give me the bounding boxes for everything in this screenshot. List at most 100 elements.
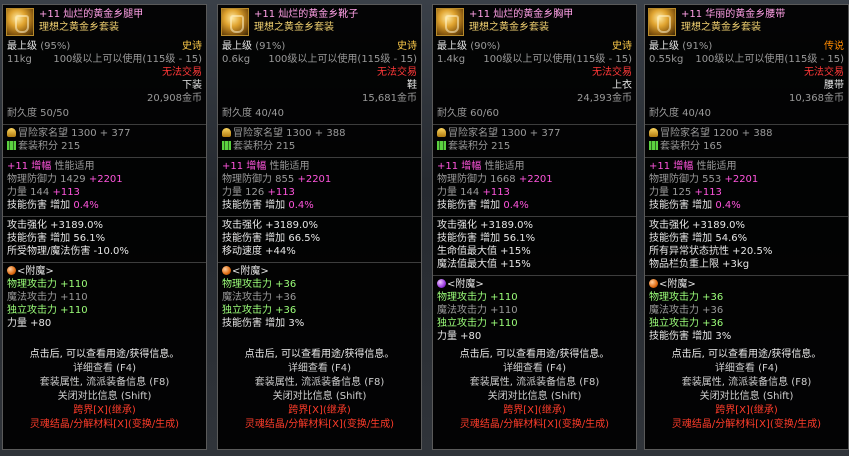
tooltip-header: +11 灿烂的黄金乡胸甲 理想之黄金乡套装 — [433, 5, 636, 41]
detail-view: 详细查看 (F4) — [72, 363, 137, 374]
item-tooltip-boots: +11 灿烂的黄金乡靴子 理想之黄金乡套装 最上级 (91%) 史诗 0.6kg… — [217, 4, 422, 450]
price-row: 15,681金币 — [218, 93, 421, 106]
stat2-bonus: +113 — [694, 187, 722, 198]
set-points-row: 套装积分 215 — [3, 141, 206, 154]
tooltip-footer: 点击后, 可以查看用途/获得信息。 详细查看 (F4) 套装属性, 流派装备信息… — [3, 349, 206, 449]
set-points: 套装积分 215 — [448, 141, 511, 152]
divider — [645, 157, 848, 158]
enhance-suffix: 性能适用 — [269, 161, 310, 172]
crossworld: 跨界[X](继承) — [288, 405, 351, 416]
tooltip-footer: 点击后, 可以查看用途/获得信息。 详细查看 (F4) 套装属性, 流派装备信息… — [433, 349, 636, 449]
fame: 冒险家名望 1200 + 388 — [660, 128, 773, 139]
stat2-bonus: +113 — [267, 187, 295, 198]
divider — [433, 157, 636, 158]
soul-crystal: 灵魂结晶/分解材料[X](变换/生成) — [244, 419, 395, 430]
use-level: 100级以上可以使用(115级 - 15) — [53, 54, 202, 65]
price: 15,681金币 — [362, 93, 417, 104]
stat2-label: 力量 144 — [7, 187, 50, 198]
price-row: 20,908金币 — [3, 93, 206, 106]
trade-row: 无法交易 — [3, 67, 206, 80]
enchant-line: 物理攻击力 +110 — [7, 279, 88, 290]
slot: 鞋 — [407, 80, 417, 91]
enchant-line: 技能伤害 增加 3% — [649, 331, 732, 342]
rarity: 史诗 — [612, 41, 632, 52]
stat2-bonus: +113 — [52, 187, 80, 198]
stat1-label: 物理防御力 855 — [222, 174, 295, 185]
use-level: 100级以上可以使用(115级 - 15) — [483, 54, 632, 65]
click-hint: 点击后, 可以查看用途/获得信息。 — [244, 349, 395, 360]
divider — [3, 124, 206, 125]
fame-row: 冒险家名望 1200 + 388 — [645, 128, 848, 141]
item-name: +11 灿烂的黄金乡胸甲 — [469, 9, 574, 20]
fame-row: 冒险家名望 1300 + 377 — [433, 128, 636, 141]
set-points-row: 套装积分 215 — [433, 141, 636, 154]
set-info: 套装属性, 流派装备信息 (F8) — [681, 377, 812, 388]
stat2-row: 力量 144 +113 — [3, 187, 206, 200]
level-label: 最上级 — [649, 41, 679, 52]
enchant-title-row: <附魔> — [433, 279, 636, 292]
use-row: 0.55kg 100级以上可以使用(115级 - 15) — [645, 54, 848, 67]
trade-status: 无法交易 — [162, 67, 202, 78]
click-hint: 点击后, 可以查看用途/获得信息。 — [29, 349, 180, 360]
price: 24,393金币 — [577, 93, 632, 104]
price-row: 10,368金币 — [645, 93, 848, 106]
use-row: 1.4kg 100级以上可以使用(115级 - 15) — [433, 54, 636, 67]
enhance-tag: 增幅 — [461, 161, 482, 172]
divider — [218, 124, 421, 125]
fame-row: 冒险家名望 1300 + 388 — [218, 128, 421, 141]
divider — [645, 124, 848, 125]
skill-row: 技能伤害 增加 0.4% — [645, 200, 848, 213]
stat2-row: 力量 144 +113 — [433, 187, 636, 200]
fame-row: 冒险家名望 1300 + 377 — [3, 128, 206, 141]
attribute-list: 攻击强化 +3189.0% 技能伤害 增加 56.1% 生命值最大值 +15% 魔法值… — [433, 220, 636, 272]
enhance-prefix: +11 — [7, 161, 29, 172]
attribute-line: 移动速度 +44% — [222, 246, 296, 257]
attribute-line: 攻击强化 +3189.0% — [7, 220, 104, 231]
enchant-line: 物理攻击力 +36 — [649, 292, 724, 303]
enhance-prefix: +11 — [437, 161, 459, 172]
set-points-icon — [7, 141, 16, 150]
durability: 耐久度 60/60 — [437, 108, 499, 119]
compare-toggle: 关闭对比信息 (Shift) — [487, 391, 582, 402]
grade-row: 最上级 (95%) 史诗 — [3, 41, 206, 54]
enchant-list: 物理攻击力 +110 魔法攻击力 +110 独立攻击力 +110 力量 +80 — [433, 292, 636, 344]
enchant-line: 独立攻击力 +36 — [649, 318, 724, 329]
enchant-line: 物理攻击力 +110 — [437, 292, 518, 303]
price: 10,368金币 — [789, 93, 844, 104]
set-points: 套装积分 165 — [660, 141, 723, 152]
enchant-line: 力量 +80 — [7, 318, 52, 329]
enhance-tag: 增幅 — [246, 161, 267, 172]
click-hint: 点击后, 可以查看用途/获得信息。 — [459, 349, 610, 360]
price: 20,908金币 — [147, 93, 202, 104]
quality: (90%) — [470, 41, 501, 52]
enchant-orb-icon — [437, 279, 446, 288]
enhance-prefix: +11 — [222, 161, 244, 172]
enchant-orb-icon — [7, 266, 16, 275]
stat1-label: 物理防御力 553 — [649, 174, 722, 185]
click-hint: 点击后, 可以查看用途/获得信息。 — [671, 349, 822, 360]
enchant-line: 魔法攻击力 +36 — [222, 292, 297, 303]
set-name: 理想之黄金乡套装 — [39, 22, 119, 33]
slot-row: 鞋 — [218, 80, 421, 93]
stat2-row: 力量 125 +113 — [645, 187, 848, 200]
skill-pct: 0.4% — [715, 200, 741, 211]
attribute-line: 所有异常状态抗性 +20.5% — [649, 246, 773, 257]
durability: 耐久度 50/50 — [7, 108, 69, 119]
skill-row: 技能伤害 增加 0.4% — [433, 200, 636, 213]
item-icon — [436, 8, 464, 36]
slot: 上衣 — [612, 80, 632, 91]
tooltip-header: +11 灿烂的黄金乡腿甲 理想之黄金乡套装 — [3, 5, 206, 41]
stat1-bonus: +2201 — [518, 174, 553, 185]
durability: 耐久度 40/40 — [222, 108, 284, 119]
enchant-title: <附魔> — [232, 266, 269, 277]
stat2-row: 力量 126 +113 — [218, 187, 421, 200]
item-icon — [221, 8, 249, 36]
trade-status: 无法交易 — [377, 67, 417, 78]
set-points-icon — [222, 141, 231, 150]
enhance-tag: 增幅 — [673, 161, 694, 172]
enhance-suffix: 性能适用 — [696, 161, 737, 172]
trade-row: 无法交易 — [218, 67, 421, 80]
crossworld: 跨界[X](继承) — [503, 405, 566, 416]
stat2-bonus: +113 — [482, 187, 510, 198]
slot-row: 上衣 — [433, 80, 636, 93]
